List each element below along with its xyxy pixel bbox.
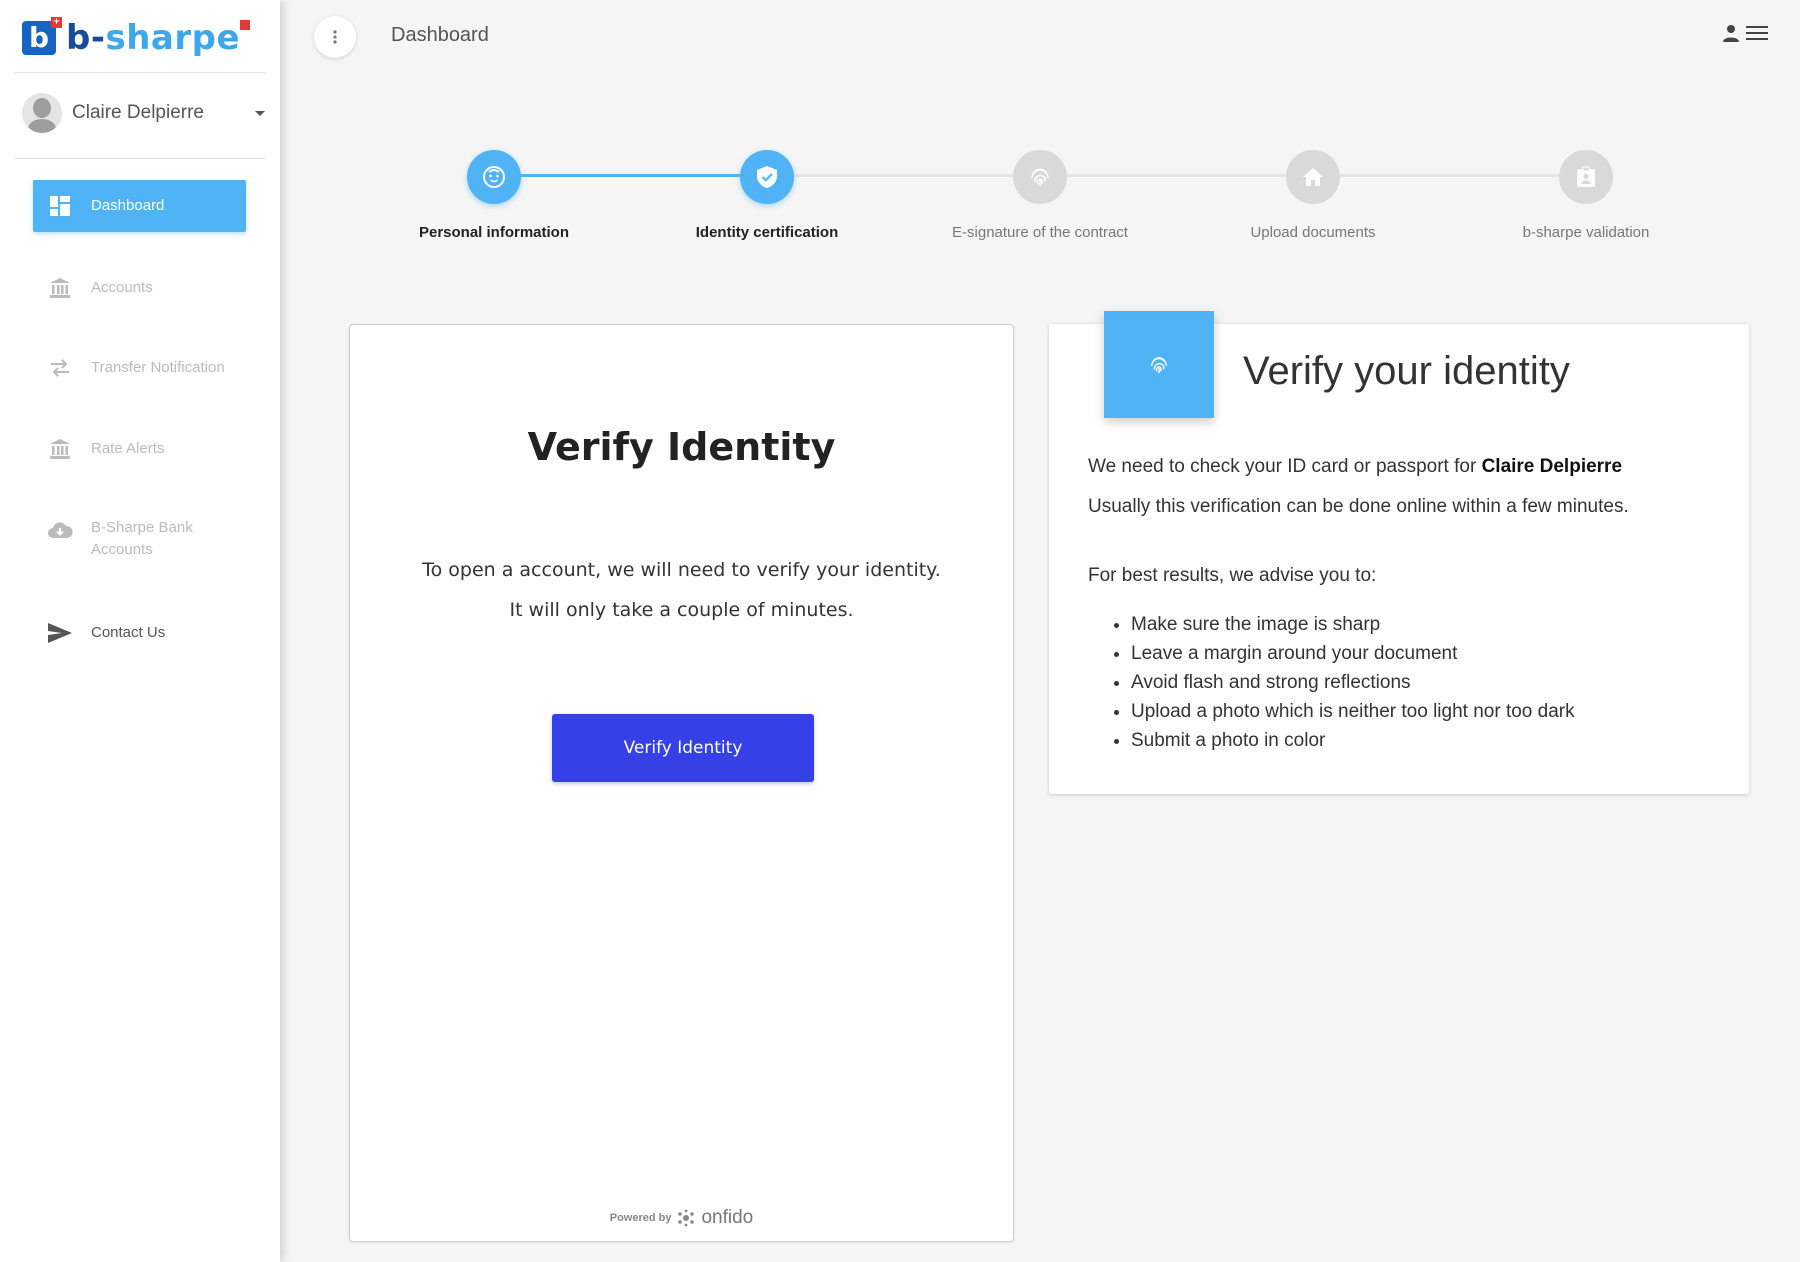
step-e-signature[interactable]: E-signature of the contract [910, 150, 1170, 241]
step-personal-information[interactable]: Personal information [364, 150, 624, 241]
step-circle [740, 150, 794, 204]
step-circle [1559, 150, 1613, 204]
swiss-flag-icon: + [51, 17, 62, 28]
list-item: Submit a photo in color [1131, 726, 1575, 755]
step-circle [467, 150, 521, 204]
shield-check-icon [757, 166, 777, 188]
step-label: Identity certification [695, 224, 839, 241]
step-identity-certification[interactable]: Identity certification [637, 150, 897, 241]
step-circle [1286, 150, 1340, 204]
sidebar-item-label: Accounts [91, 541, 153, 558]
info-line-duration: Usually this verification can be done on… [1088, 496, 1629, 517]
sidebar-item-label: Contact Us [91, 624, 166, 641]
list-item: Leave a margin around your document [1131, 639, 1575, 668]
dashboard-icon [47, 193, 73, 219]
caret-down-icon [255, 110, 265, 116]
bank-icon [47, 275, 73, 301]
sidebar-item-contact-us[interactable]: Contact Us [33, 620, 246, 646]
user-menu[interactable]: Claire Delpierre [22, 93, 267, 133]
divider [15, 158, 265, 159]
onfido-logo-icon [678, 1209, 695, 1227]
powered-by-footer: Powered by onfido [350, 1207, 1013, 1229]
sidebar-item-accounts[interactable]: Accounts [33, 275, 246, 301]
user-profile-icon[interactable] [1722, 24, 1740, 47]
advice-intro: For best results, we advise you to: [1088, 565, 1377, 586]
info-card-title: Verify your identity [1243, 349, 1570, 393]
verify-card-desc-line: To open a account, we will need to verif… [422, 559, 941, 581]
sidebar-item-rate-alerts[interactable]: Rate Alerts [33, 436, 246, 462]
brand-name: b-sharpe [66, 18, 251, 58]
powered-by-label: Powered by [609, 1212, 672, 1224]
step-label: Personal information [418, 224, 570, 241]
verify-identity-card: Verify Identity To open a account, we wi… [349, 324, 1014, 1242]
step-label: E-signature of the contract [952, 224, 1128, 241]
home-icon [1303, 168, 1323, 186]
logo-letter: b [28, 21, 50, 54]
step-b-sharpe-validation[interactable]: b-sharpe validation [1456, 150, 1716, 241]
verify-card-title: Verify Identity [527, 425, 836, 469]
sidebar: b + b-sharpe Claire Delpierre Dashboard … [0, 0, 280, 1262]
fingerprint-icon [1150, 356, 1168, 373]
face-icon [483, 166, 505, 188]
sidebar-item-label: Rate Alerts [91, 440, 165, 457]
info-line-text: We need to check your ID card or passpor… [1088, 456, 1482, 477]
bank-icon [47, 436, 73, 462]
step-label: Upload documents [1250, 224, 1376, 241]
logo-mark: b + [22, 17, 62, 55]
fingerprint-badge [1104, 311, 1214, 418]
verify-info-card: Verify your identity We need to check yo… [1049, 311, 1749, 794]
fingerprint-icon [1031, 168, 1049, 186]
sidebar-item-label: Transfer Notification [91, 359, 225, 376]
verify-card-desc-line: It will only take a couple of minutes. [509, 599, 854, 621]
sidebar-item-dashboard[interactable]: Dashboard [33, 180, 246, 232]
page-title: Dashboard [391, 24, 489, 46]
sidebar-item-label: B-Sharpe Bank [91, 519, 193, 536]
list-item: Avoid flash and strong reflections [1131, 668, 1575, 697]
swiss-flag-icon [240, 20, 251, 30]
verify-identity-button[interactable]: Verify Identity [552, 714, 814, 782]
transfer-arrows-icon [47, 355, 73, 381]
brand-name-part2: sharpe [105, 18, 241, 58]
list-item: Upload a photo which is neither too ligh… [1131, 697, 1575, 726]
send-icon [47, 620, 73, 646]
sidebar-item-transfer-notification[interactable]: Transfer Notification [33, 355, 246, 381]
user-name: Claire Delpierre [72, 102, 204, 123]
sidebar-item-label: Accounts [91, 279, 153, 296]
step-label: b-sharpe validation [1522, 224, 1650, 241]
provider-name: onfido [701, 1207, 754, 1228]
tips-list: Make sure the image is sharp Leave a mar… [1131, 610, 1575, 755]
step-upload-documents[interactable]: Upload documents [1183, 150, 1443, 241]
info-line-check-id: We need to check your ID card or passpor… [1088, 456, 1622, 478]
brand-logo[interactable]: b + b-sharpe [22, 17, 251, 58]
brand-name-part1: b- [66, 18, 106, 58]
avatar [22, 93, 62, 133]
vertical-dots-icon [333, 30, 337, 44]
top-right-actions [1722, 24, 1768, 47]
more-options-button[interactable] [314, 16, 356, 58]
step-circle [1013, 150, 1067, 204]
cloud-download-icon [47, 517, 73, 543]
list-item: Make sure the image is sharp [1131, 610, 1575, 639]
customer-name: Claire Delpierre [1481, 456, 1623, 477]
badge-icon [1577, 166, 1595, 187]
sidebar-item-b-sharpe-bank-accounts[interactable]: B-Sharpe Bank Accounts [33, 517, 246, 563]
verify-card-description: To open a account, we will need to verif… [350, 550, 1013, 630]
sidebar-item-label: Dashboard [91, 197, 165, 214]
hamburger-menu-icon[interactable] [1746, 25, 1768, 46]
divider [15, 72, 265, 73]
